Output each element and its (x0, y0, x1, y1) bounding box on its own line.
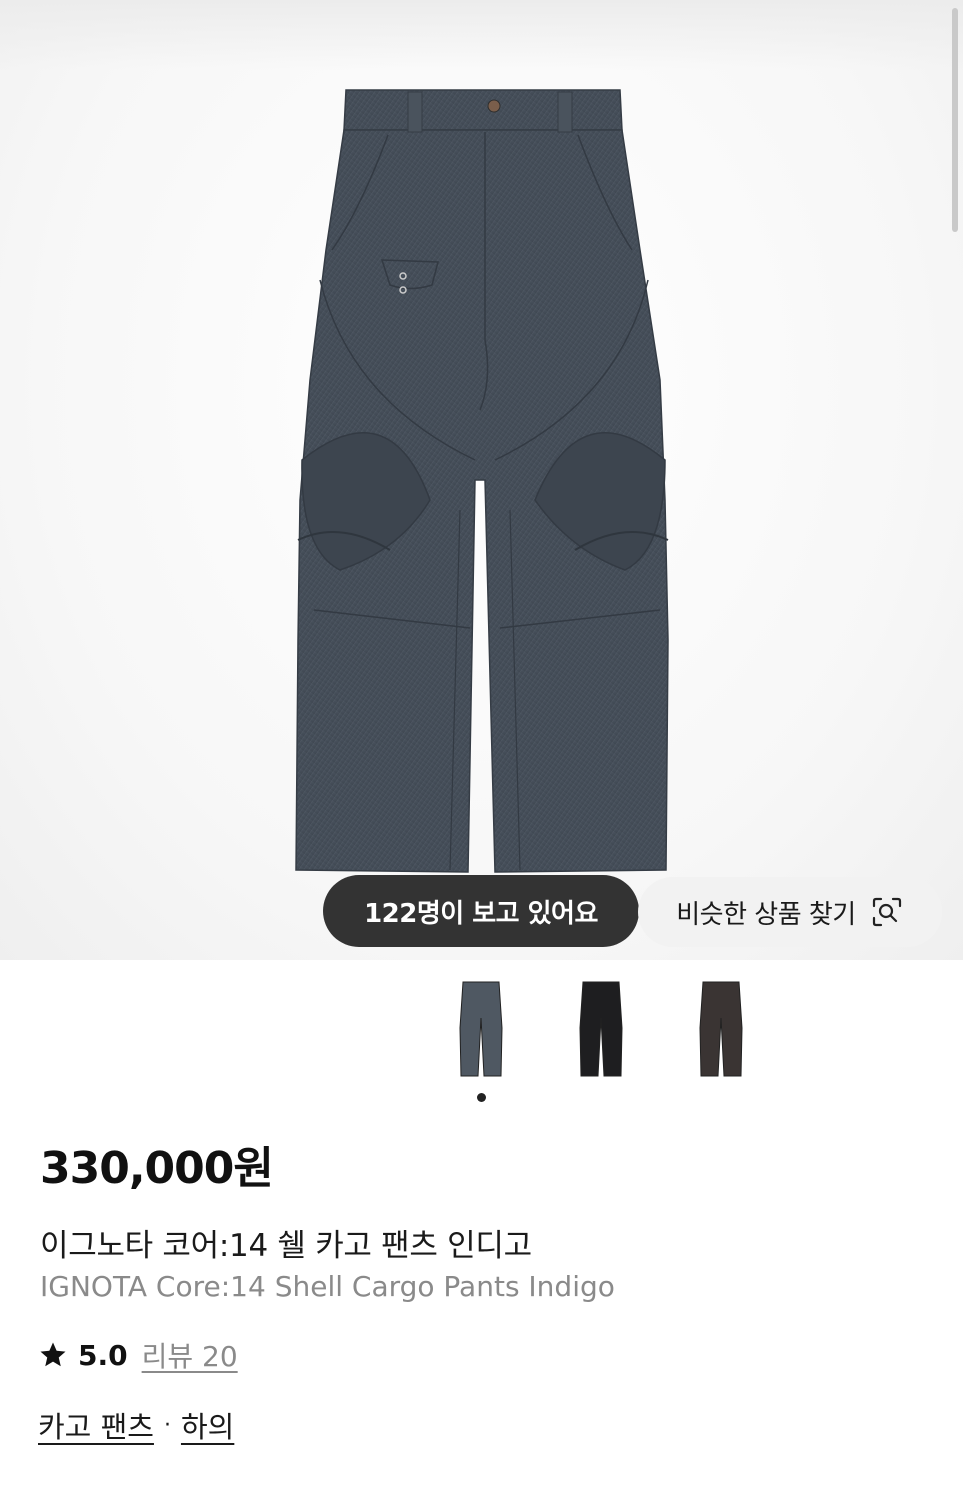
category-breadcrumb: 카고 팬츠 · 하의 (38, 1404, 234, 1446)
review-count-link[interactable]: 리뷰 20 (142, 1335, 238, 1375)
viewers-count-text: 122명이 보고 있어요 (364, 898, 598, 929)
thumbnail-black[interactable] (569, 978, 633, 1082)
pants-thumbnail-black-image (579, 981, 623, 1077)
product-image-indigo-cargo-pants (295, 89, 669, 873)
rating-row: 5.0 리뷰 20 (38, 1335, 238, 1375)
pants-thumbnail-indigo-image (459, 981, 503, 1077)
find-similar-label: 비슷한 상품 찾기 (676, 899, 856, 930)
star-icon (40, 1342, 66, 1367)
thumbnail-indigo[interactable] (449, 978, 513, 1082)
find-similar-button[interactable]: 비슷한 상품 찾기 (638, 877, 942, 947)
rating-value: 5.0 (78, 1338, 128, 1372)
thumbnail-brown[interactable] (689, 978, 753, 1082)
visual-search-icon (872, 897, 901, 927)
category-link-bottoms[interactable]: 하의 (181, 1404, 234, 1446)
viewers-count-badge: 122명이 보고 있어요 (323, 875, 639, 947)
product-image-area[interactable] (0, 0, 963, 960)
color-thumbnails (0, 978, 963, 1082)
product-price: 330,000원 (40, 1143, 274, 1194)
category-separator: · (163, 1412, 171, 1438)
pants-thumbnail-brown-image (699, 981, 743, 1077)
category-link-cargo-pants[interactable]: 카고 팬츠 (38, 1404, 154, 1446)
product-name-korean: 이그노타 코어:14 쉘 카고 팬츠 인디고 (40, 1228, 532, 1264)
carousel-indicator-dot (477, 1093, 486, 1102)
product-name-english: IGNOTA Core:14 Shell Cargo Pants Indigo (40, 1270, 615, 1303)
image-top-shade (0, 0, 963, 70)
scrollbar[interactable] (952, 8, 958, 232)
